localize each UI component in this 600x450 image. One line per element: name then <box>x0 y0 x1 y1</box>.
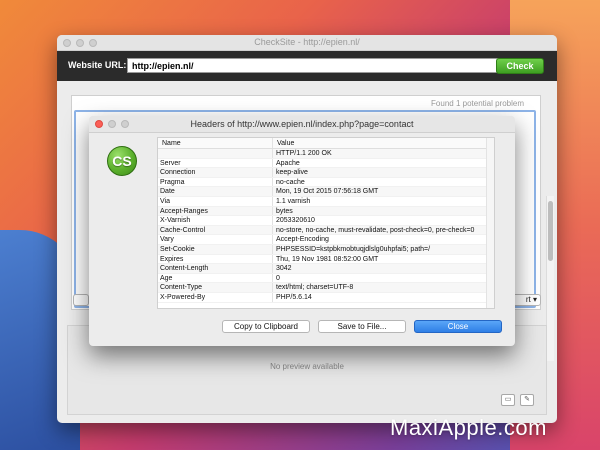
header-name-cell: Connection <box>160 169 196 177</box>
column-separator <box>272 273 273 283</box>
edit-icon[interactable]: ✎ <box>520 394 534 406</box>
main-titlebar: CheckSite - http://epien.nl/ <box>57 35 557 51</box>
results-scroll-thumb[interactable] <box>548 201 553 261</box>
column-separator <box>272 187 273 196</box>
header-value-cell: PHPSESSID=kstpbkmobtuqjdlslg0uhpfai5; pa… <box>276 245 431 253</box>
header-value-cell: 2053320610 <box>276 217 315 225</box>
column-separator <box>272 149 273 158</box>
column-separator <box>272 254 273 264</box>
table-row[interactable]: Server Apache <box>158 158 494 169</box>
column-separator <box>272 196 273 206</box>
table-row[interactable]: Via 1.1 varnish <box>158 196 494 207</box>
dialog-title: Headers of http://www.epien.nl/index.php… <box>190 119 414 129</box>
table-row[interactable]: Cache-Control no-store, no-cache, must-re… <box>158 225 494 236</box>
header-name-cell: Vary <box>160 236 174 244</box>
column-separator <box>272 244 273 254</box>
column-separator <box>272 168 273 177</box>
headers-table-header: Name Value <box>158 138 494 149</box>
url-label: Website URL: <box>68 60 127 70</box>
header-name-cell: Age <box>160 274 173 282</box>
table-row[interactable]: Age 0 <box>158 273 494 284</box>
watermark: MaxiApple.com <box>390 415 547 440</box>
gear-icon[interactable]: ⚙ <box>467 59 479 71</box>
export-button-label: rt <box>525 295 531 304</box>
table-row[interactable]: Connection keep-alive <box>158 168 494 178</box>
table-row[interactable]: Content-Type text/html; charset=UTF-8 <box>158 283 494 293</box>
column-separator <box>272 206 273 216</box>
no-preview-text: No preview available <box>270 362 344 371</box>
header-value-cell: 3042 <box>276 265 292 273</box>
column-header-value: Value <box>277 140 295 147</box>
dialog-titlebar: Headers of http://www.epien.nl/index.php… <box>89 116 515 133</box>
table-row[interactable]: Accept-Ranges bytes <box>158 206 494 217</box>
header-value-cell: 1.1 varnish <box>276 197 311 205</box>
found-problems-message: Found 1 potential problem <box>431 99 524 108</box>
column-separator <box>272 138 273 148</box>
header-value-cell: no-store, no-cache, must-revalidate, pos… <box>276 226 475 234</box>
save-to-file-button[interactable]: Save to File... <box>318 320 406 333</box>
headers-table-body: HTTP/1.1 200 OK Server Apache Connection kee… <box>158 149 494 303</box>
headers-dialog: Headers of http://www.epien.nl/index.php… <box>89 116 515 346</box>
headers-table-scrollbar[interactable] <box>486 138 494 308</box>
headers-table[interactable]: Name Value HTTP/1.1 200 OK Server Apache Co… <box>157 137 495 309</box>
url-input-value: http://epien.nl/ <box>132 61 194 71</box>
toolbar: Website URL: http://epien.nl/ ⚙ Check <box>57 51 557 81</box>
check-button[interactable]: Check <box>496 58 544 74</box>
header-value-cell: Accept-Encoding <box>276 236 329 244</box>
header-name-cell: Expires <box>160 255 184 263</box>
window-title: CheckSite - http://epien.nl/ <box>254 37 360 47</box>
column-separator <box>272 216 273 225</box>
header-value-cell: Mon, 19 Oct 2015 07:56:18 GMT <box>276 188 379 196</box>
header-value-cell: 0 <box>276 274 280 282</box>
column-header-name: Name <box>162 140 181 147</box>
header-name-cell: Content-Length <box>160 265 209 273</box>
copy-to-clipboard-button[interactable]: Copy to Clipboard <box>222 320 310 333</box>
header-name-cell: Pragma <box>160 178 185 186</box>
column-separator <box>272 158 273 168</box>
header-value-cell: Apache <box>276 159 300 167</box>
header-name-cell: Accept-Ranges <box>160 207 208 215</box>
header-name-cell: X-Powered-By <box>160 293 206 301</box>
header-value-cell: HTTP/1.1 200 OK <box>276 150 332 157</box>
header-value-cell: Thu, 19 Nov 1981 08:52:00 GMT <box>276 255 379 263</box>
column-separator <box>272 292 273 302</box>
results-scrollbar[interactable] <box>546 196 554 361</box>
header-value-cell: PHP/5.6.14 <box>276 293 312 301</box>
table-row[interactable]: Date Mon, 19 Oct 2015 07:56:18 GMT <box>158 187 494 197</box>
table-row[interactable]: HTTP/1.1 200 OK <box>158 149 494 159</box>
column-separator <box>272 235 273 244</box>
url-input[interactable]: http://epien.nl/ <box>127 58 516 73</box>
table-row[interactable]: Pragma no-cache <box>158 177 494 188</box>
header-name-cell: Date <box>160 188 175 196</box>
header-value-cell: text/html; charset=UTF-8 <box>276 284 354 292</box>
close-button[interactable]: Close <box>414 320 502 333</box>
header-name-cell: X-Varnish <box>160 217 191 225</box>
column-separator <box>272 177 273 187</box>
header-value-cell: keep-alive <box>276 169 308 177</box>
table-row[interactable]: Vary Accept-Encoding <box>158 235 494 245</box>
column-separator <box>272 264 273 273</box>
table-row[interactable]: Content-Length 3042 <box>158 264 494 274</box>
header-value-cell: bytes <box>276 207 293 215</box>
column-separator <box>272 283 273 292</box>
checksite-logo: CS <box>107 146 137 176</box>
header-name-cell: Content-Type <box>160 284 203 292</box>
header-value-cell: no-cache <box>276 178 305 186</box>
header-name-cell: Server <box>160 159 181 167</box>
table-row[interactable]: Expires Thu, 19 Nov 1981 08:52:00 GMT <box>158 254 494 265</box>
delete-button[interactable] <box>73 294 89 306</box>
header-name-cell: Cache-Control <box>160 226 206 234</box>
column-separator <box>272 225 273 235</box>
monitor-icon[interactable]: ▭ <box>501 394 515 406</box>
header-name-cell: Via <box>160 197 170 205</box>
table-row[interactable]: Set-Cookie PHPSESSID=kstpbkmobtuqjdlslg0u… <box>158 244 494 255</box>
header-name-cell: Set-Cookie <box>160 245 195 253</box>
table-row[interactable]: X-Varnish 2053320610 <box>158 216 494 226</box>
table-row[interactable]: X-Powered-By PHP/5.6.14 <box>158 292 494 303</box>
